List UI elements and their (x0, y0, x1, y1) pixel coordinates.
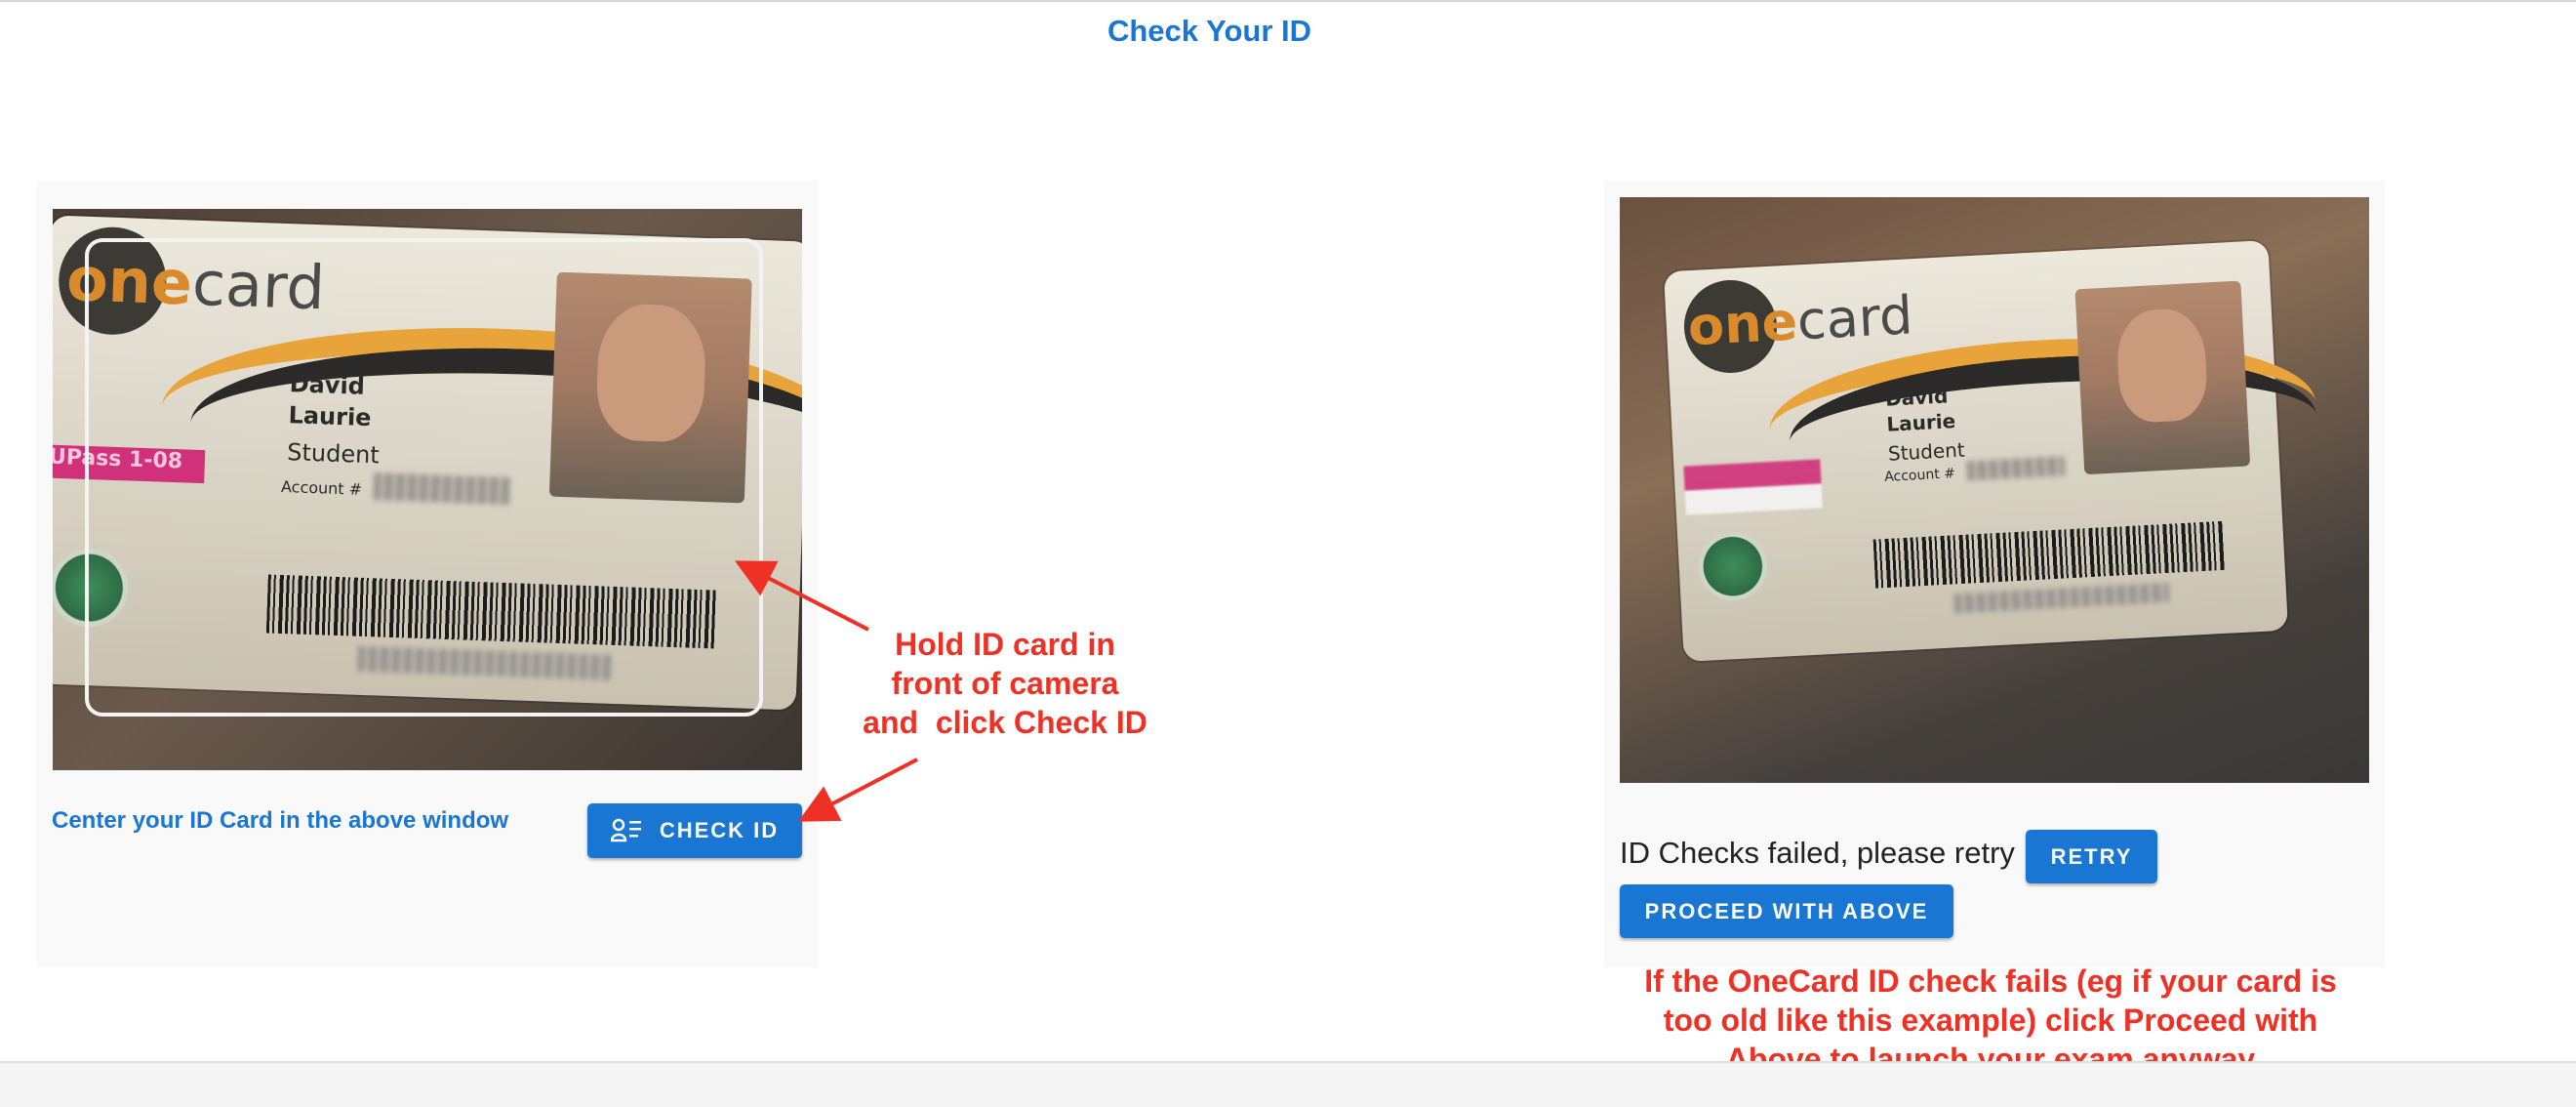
card-photo-face (2114, 307, 2209, 425)
card-name-last: Laurie (1885, 409, 1956, 436)
annotation-line: too old like this example) click Proceed… (1663, 1003, 2318, 1038)
retry-button[interactable]: RETRY (2026, 830, 2157, 883)
proceed-button[interactable]: PROCEED WITH ABOVE (1620, 884, 1953, 938)
check-id-button-label: CHECK ID (659, 818, 780, 842)
person-list-icon (610, 818, 641, 842)
camera-hint: Center your ID Card in the above window (52, 807, 509, 834)
check-id-button[interactable]: CHECK ID (587, 803, 802, 858)
card-alignment-frame (85, 238, 763, 717)
bottom-bar (0, 1061, 2576, 1107)
annotation-hold-card: Hold ID card in front of camera and clic… (849, 625, 1161, 742)
annotation-line: Hold ID card in (895, 627, 1115, 662)
card-name-first: David (1884, 384, 1949, 411)
annotation-line: front of camera (891, 666, 1119, 701)
annotation-line: If the OneCard ID check fails (eg if you… (1644, 964, 2337, 999)
captured-id-card: onecard David Laurie Student Account # (1663, 240, 2320, 662)
camera-feed: onecard David Laurie Student Account # U… (53, 209, 802, 770)
annotation-line: and click Check ID (863, 705, 1147, 740)
card-seal (1697, 530, 1769, 602)
captured-image: onecard David Laurie Student Account # (1620, 197, 2369, 783)
arrow-to-check-button (797, 758, 918, 822)
page-title: Check Your ID (1107, 14, 1312, 48)
redacted-barcode-number (1953, 582, 2170, 614)
captured-panel: onecard David Laurie Student Account # I… (1604, 181, 2385, 967)
card-upass-sticker (1683, 459, 1823, 515)
card-barcode (1872, 520, 2227, 589)
top-divider (0, 0, 2576, 2)
card-role: Student (1887, 437, 1966, 466)
card-logo: onecard (1686, 284, 1914, 358)
camera-panel: onecard David Laurie Student Account # U… (36, 181, 818, 967)
id-check-status: ID Checks failed, please retry (1620, 836, 2015, 870)
card-photo (2074, 280, 2251, 475)
